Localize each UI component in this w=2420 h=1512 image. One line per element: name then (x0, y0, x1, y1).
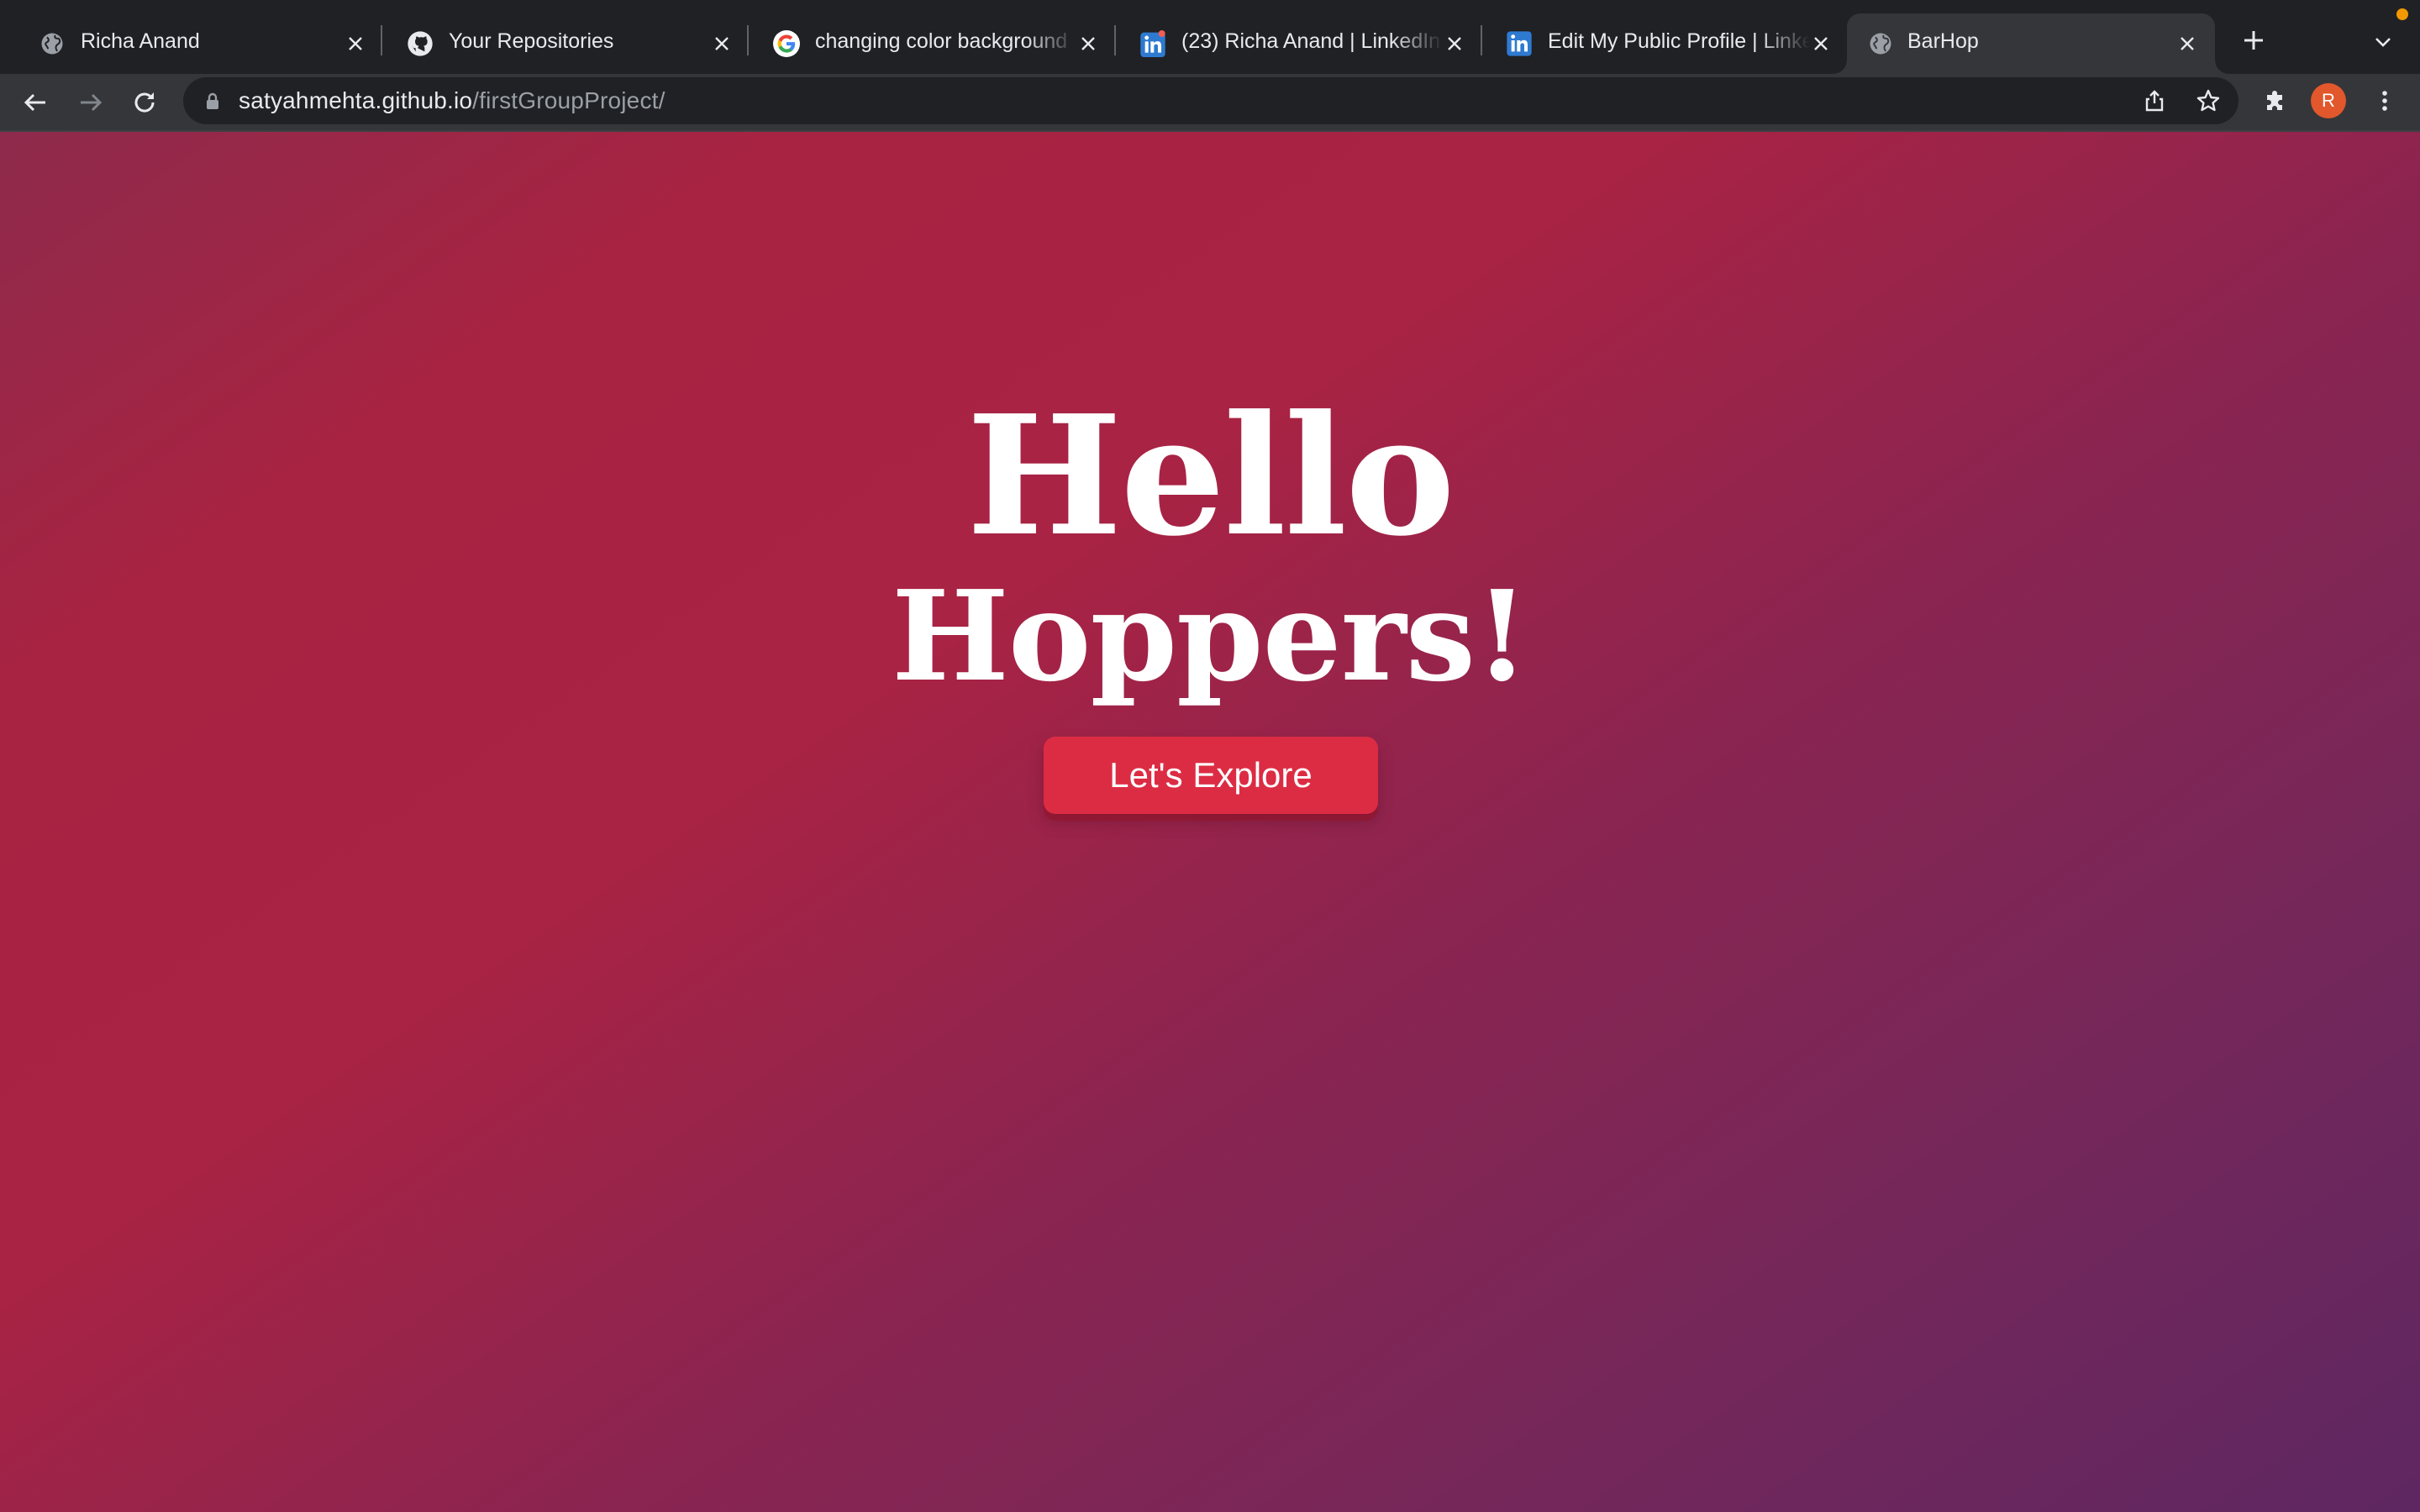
share-icon[interactable] (2141, 87, 2168, 114)
tab-changing-color-background[interactable]: changing color background (741, 13, 1107, 74)
close-icon[interactable] (345, 33, 366, 55)
globe-icon (1867, 30, 1894, 57)
new-tab-plus-icon[interactable] (2238, 25, 2269, 55)
tab-edit-public-profile[interactable]: Edit My Public Profile | LinkedIn (1474, 13, 1840, 74)
extensions-puzzle-icon[interactable] (2259, 84, 2292, 118)
reload-icon[interactable] (128, 86, 161, 119)
google-icon (773, 30, 800, 57)
update-indicator-dot (2396, 8, 2408, 20)
bookmark-star-icon[interactable] (2195, 87, 2222, 114)
tab-title: Richa Anand (81, 29, 200, 53)
tab-title: BarHop (1907, 29, 1979, 53)
tab-title: Edit My Public Profile | LinkedIn (1548, 29, 1810, 53)
close-icon[interactable] (1810, 33, 1832, 55)
tab-title: Your Repositories (449, 29, 614, 53)
linkedin-icon (1139, 30, 1166, 57)
globe-icon (39, 30, 66, 57)
lets-explore-button[interactable]: Let's Explore (1044, 737, 1378, 814)
profile-avatar[interactable]: R (2311, 83, 2346, 118)
close-icon[interactable] (711, 33, 733, 55)
url-text[interactable]: satyahmehta.github.io/firstGroupProject/ (239, 77, 666, 124)
github-icon (407, 30, 434, 57)
more-menu-icon[interactable] (2368, 84, 2402, 118)
back-arrow-icon[interactable] (18, 86, 52, 119)
page-viewport: Hello Hoppers! Let's Explore (0, 132, 2420, 1512)
forward-arrow-icon[interactable] (74, 86, 108, 119)
tab-strip: Richa Anand Your Repositories changing c… (0, 0, 2420, 74)
lock-icon[interactable] (203, 92, 222, 110)
tab-title: (23) Richa Anand | LinkedIn (1181, 29, 1441, 53)
tab-richa-anand[interactable]: Richa Anand (7, 13, 373, 74)
url-path: /firstGroupProject/ (472, 87, 666, 113)
tab-title: changing color background (815, 29, 1068, 53)
tab-search-chevron-down-icon[interactable] (2370, 29, 2396, 55)
url-host: satyahmehta.github.io (239, 87, 473, 113)
hero-title-hello: Hello (966, 380, 1455, 573)
linkedin-icon (1506, 30, 1533, 57)
address-bar[interactable]: satyahmehta.github.io/firstGroupProject/ (183, 77, 2238, 124)
hero-title-hoppers: Hoppers! (892, 563, 1529, 709)
tab-linkedin-richa-anand[interactable]: (23) Richa Anand | LinkedIn (1107, 13, 1474, 74)
tab-your-repositories[interactable]: Your Repositories (375, 13, 739, 74)
close-icon[interactable] (1444, 33, 1465, 55)
tab-barhop[interactable]: BarHop (1833, 13, 2228, 74)
close-icon[interactable] (2176, 33, 2198, 55)
close-icon[interactable] (1077, 33, 1099, 55)
